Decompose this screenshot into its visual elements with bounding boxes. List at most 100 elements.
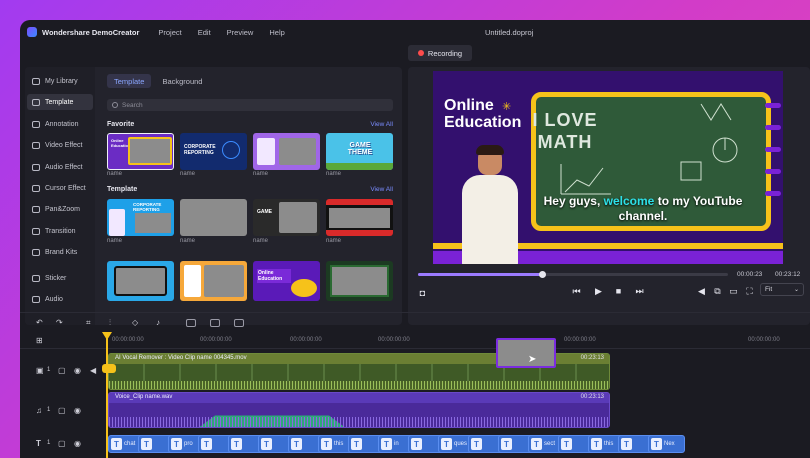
text-clip-label: this <box>334 441 344 447</box>
lock-icon[interactable]: ▢ <box>58 406 66 415</box>
template-thumb-1[interactable]: CORPORATE REPORTING <box>107 199 174 236</box>
sidebar-item-brand-kits[interactable]: Brand Kits <box>27 244 93 260</box>
playback-scrubber[interactable] <box>418 271 728 278</box>
sidebar-item-annotation[interactable]: Annotation <box>27 116 93 132</box>
template-thumb-4[interactable] <box>326 199 393 236</box>
audio-waveform <box>109 417 609 427</box>
thumb-text: GAME <box>257 209 272 215</box>
video-track-icon: ▣ <box>36 366 44 375</box>
template-thumb-2[interactable] <box>180 199 247 236</box>
text-tool-icon[interactable] <box>186 319 196 327</box>
cursor-effect-icon <box>32 184 40 192</box>
playhead-marker[interactable] <box>102 364 116 373</box>
favorite-thumb-1[interactable]: Online Education <box>107 133 174 170</box>
person-card <box>184 265 201 297</box>
eye-icon[interactable]: ◉ <box>74 406 81 415</box>
favorite-thumb-3[interactable] <box>253 133 320 170</box>
sidebar-item-cursor-effect[interactable]: Cursor Effect <box>27 180 93 196</box>
snapshot-icon[interactable]: ◘ <box>417 288 428 298</box>
sidebar-item-video-effect[interactable]: Video Effect <box>27 137 93 153</box>
transition-icon <box>32 227 40 235</box>
total-time: 00:23:12 <box>775 271 801 278</box>
text-clip-icon: T <box>291 438 302 450</box>
recording-button[interactable]: Recording <box>408 45 472 61</box>
menu-preview[interactable]: Preview <box>227 28 254 37</box>
ground-graphic <box>326 163 393 170</box>
video-canvas[interactable]: Online Education ✳ I LOVE MATH Hey guys,… <box>433 71 783 264</box>
thumb-name: name <box>180 171 196 177</box>
sidebar-item-sticker[interactable]: Sticker <box>27 270 93 286</box>
menu-edit[interactable]: Edit <box>198 28 211 37</box>
sidebar-item-my-library[interactable]: My Library <box>27 73 93 89</box>
eye-icon[interactable]: ◉ <box>74 366 81 375</box>
red-bar <box>326 230 393 236</box>
thumb-name: name <box>180 238 196 244</box>
fit-select[interactable]: Fit ⌄ <box>760 283 804 296</box>
mic-icon[interactable]: ♪ <box>156 318 160 327</box>
playhead-line[interactable] <box>106 333 108 458</box>
template-thumb-6[interactable] <box>180 261 247 301</box>
favorite-heading: Favorite <box>107 121 135 128</box>
cursor-icon: ➤ <box>528 354 537 365</box>
crop-tool-icon[interactable]: ⌗ <box>86 318 91 328</box>
sidebar-item-template[interactable]: Template <box>27 94 93 110</box>
ruler-tick: 00:00:00:00 <box>290 337 322 343</box>
play-icon[interactable]: ▶ <box>593 286 604 296</box>
presenter-figure <box>459 145 521 264</box>
tab-template[interactable]: Template <box>107 74 152 88</box>
text-clip[interactable]: T Nex <box>648 435 685 453</box>
template-thumb-8[interactable] <box>326 261 393 301</box>
undo-icon[interactable]: ↶ <box>36 318 43 327</box>
menu-project[interactable]: Project <box>158 28 181 37</box>
eye-icon[interactable]: ◉ <box>74 439 81 448</box>
sidebar-item-pan-zoom[interactable]: Pan&Zoom <box>27 201 93 217</box>
stop-icon[interactable]: ■ <box>613 286 624 296</box>
text-clip-icon: T <box>231 438 242 450</box>
sidebar-item-audio-effect[interactable]: Audio Effect <box>27 159 93 175</box>
lock-icon[interactable]: ▢ <box>58 366 66 375</box>
volume-icon[interactable]: ◀ <box>696 286 707 296</box>
favorite-thumb-2[interactable]: CORPORATE REPORTING <box>180 133 247 170</box>
image-tool-icon[interactable] <box>210 319 220 327</box>
crop-icon[interactable]: ⧉ <box>712 286 723 296</box>
add-track-icon[interactable]: ⊞ <box>36 336 43 345</box>
sidebar-item-transition[interactable]: Transition <box>27 223 93 239</box>
library-tabs: Template Background <box>107 74 213 88</box>
menu-help[interactable]: Help <box>269 28 284 37</box>
search-placeholder: Search <box>122 101 143 109</box>
prev-frame-icon[interactable]: ⏮ <box>571 286 582 296</box>
sidebar-item-label: Brand Kits <box>45 248 78 256</box>
lock-icon[interactable]: ▢ <box>58 439 66 448</box>
redo-icon[interactable]: ↷ <box>56 318 63 327</box>
app-window: Wondershare DemoCreator Project Edit Pre… <box>20 20 810 458</box>
sidebar-item-audio[interactable]: Audio <box>27 291 93 307</box>
app-logo-icon <box>27 27 37 37</box>
next-frame-icon[interactable]: ⏭ <box>634 286 645 296</box>
video-clip-label: AI Vocal Remover : Video Clip name 00434… <box>115 355 247 361</box>
network-graphic <box>222 141 240 159</box>
track-index: 1 <box>47 440 51 446</box>
sidebar-item-label: Sticker <box>45 274 67 282</box>
template-thumb-3[interactable]: GAME <box>253 199 320 236</box>
shield-icon[interactable]: ◇ <box>132 318 138 327</box>
text-clip-icon: T <box>441 438 452 450</box>
fullscreen-icon[interactable]: ⛶ <box>744 286 755 296</box>
dragging-clip-preview[interactable]: ➤ <box>496 338 556 368</box>
audio-clip[interactable]: Voice_Clip name.wav 00:23:13 <box>108 392 610 428</box>
group-icon[interactable] <box>234 319 244 327</box>
scrubber-handle[interactable] <box>539 271 546 278</box>
favorite-view-all-link[interactable]: View All <box>370 121 393 128</box>
thumb-text: Online Education <box>257 269 291 283</box>
template-view-all-link[interactable]: View All <box>370 186 393 193</box>
template-thumb-5[interactable] <box>107 261 174 301</box>
speaker-icon[interactable]: ◀ <box>90 366 96 375</box>
template-thumb-7[interactable]: Online Education <box>253 261 320 301</box>
split-icon[interactable]: ⫶ <box>109 318 111 328</box>
aspect-icon[interactable]: ▭ <box>728 286 739 296</box>
text-track-icon: T <box>36 439 41 448</box>
search-input[interactable]: Search <box>107 99 393 111</box>
sticker-icon <box>32 274 40 282</box>
favorite-thumb-4[interactable]: GAME THEME <box>326 133 393 170</box>
tab-background[interactable]: Background <box>155 74 209 88</box>
timeline-ruler[interactable]: ⊞ 00:00:00:00 00:00:00:00 00:00:00:00 00… <box>20 332 810 349</box>
